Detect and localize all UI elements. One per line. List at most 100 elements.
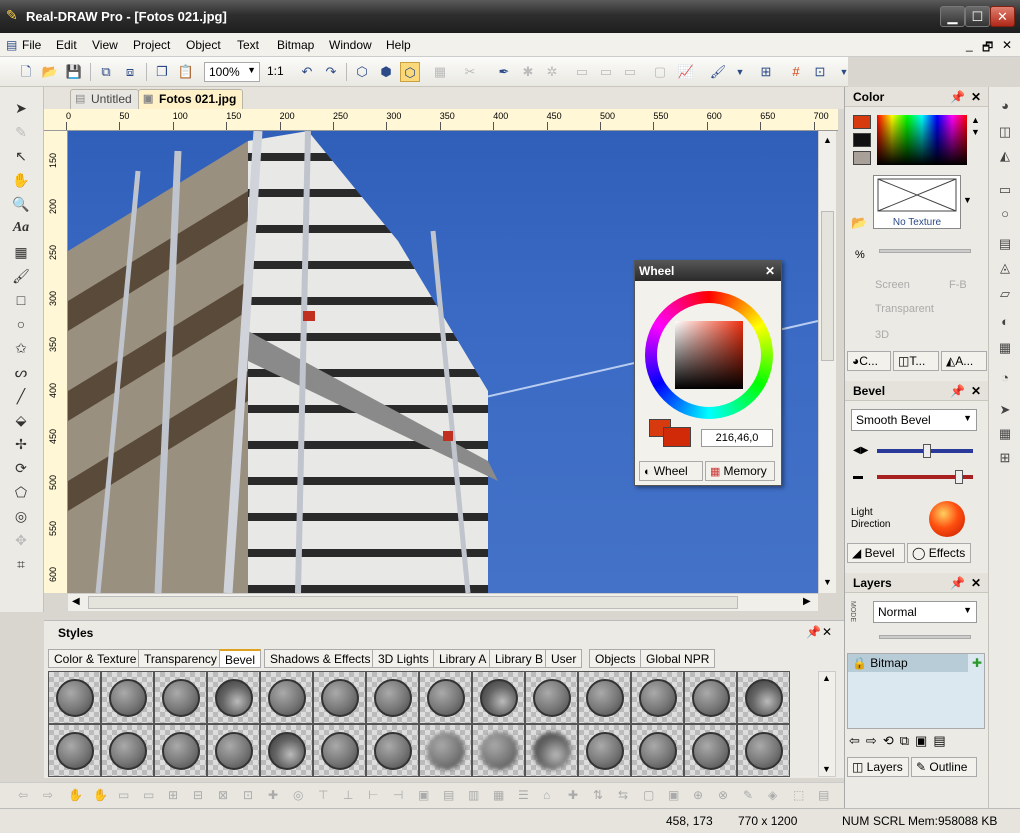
bottom-toolbar-icon[interactable]: ▢ [643, 788, 654, 802]
pin-icon[interactable]: 📌 [950, 90, 965, 104]
menu-help[interactable]: Help [386, 38, 411, 52]
bevel-style-swatch[interactable] [101, 671, 154, 724]
bottom-toolbar-icon[interactable]: ▤ [443, 788, 454, 802]
bevel-style-swatch[interactable] [313, 671, 366, 724]
menu-project[interactable]: Project [133, 38, 170, 52]
tab-effects[interactable]: ◯ Effects [907, 543, 971, 563]
bottom-toolbar-icon[interactable]: ⊢ [368, 788, 378, 802]
vertical-scroll-thumb[interactable] [821, 211, 834, 361]
rectangle-tool-icon[interactable]: □ [10, 289, 32, 311]
tab-library-a[interactable]: Library A [433, 649, 493, 668]
bottom-toolbar-icon[interactable]: ⊣ [393, 788, 403, 802]
pen-tool-icon[interactable]: ✎ [10, 121, 32, 143]
bottom-toolbar-icon[interactable]: ✎ [743, 788, 753, 802]
ellipse-tool-icon[interactable]: ○ [10, 313, 32, 335]
bottom-toolbar-icon[interactable]: ▭ [143, 788, 154, 802]
bevel-style-swatch[interactable] [260, 724, 313, 777]
close-icon[interactable]: ✕ [765, 264, 775, 278]
scroll-down-icon[interactable]: ▼ [822, 764, 831, 774]
bottom-toolbar-icon[interactable]: ⊗ [718, 788, 728, 802]
menu-file[interactable]: File [22, 38, 41, 52]
magic-icon[interactable]: ✱ [518, 62, 538, 82]
pin-icon[interactable]: 📌 [806, 625, 821, 639]
tab-untitled[interactable]: ▤ Untitled [70, 89, 139, 109]
bevel-style-swatch[interactable] [684, 671, 737, 724]
grid-snap-icon[interactable]: ▦ [430, 62, 450, 82]
tab-memory[interactable]: ▦ Memory [705, 461, 775, 481]
maximize-button[interactable]: ☐ [965, 6, 990, 27]
layer-merge-icon[interactable]: ⟲ [883, 733, 900, 748]
layer-forward-icon[interactable]: ⇨ [866, 733, 883, 748]
pin-icon[interactable]: 📌 [950, 384, 965, 398]
menu-text[interactable]: Text [237, 38, 259, 52]
select-tool-icon[interactable]: ➤ [10, 97, 32, 119]
pin-icon[interactable]: 📌 [950, 576, 965, 590]
zoom-tool-icon[interactable]: 🔍 [10, 193, 32, 215]
brush-tool-icon[interactable]: 🖌 [10, 265, 32, 287]
bottom-toolbar-icon[interactable]: ◈ [768, 788, 777, 802]
styles-scrollbar[interactable]: ▲ ▼ [818, 671, 836, 777]
bevel-style-swatch[interactable] [419, 724, 472, 777]
tab-user[interactable]: User [545, 649, 583, 668]
bottom-toolbar-icon[interactable]: ⬚ [793, 788, 804, 802]
bevel-style-swatch[interactable] [207, 671, 260, 724]
combine-icon[interactable]: ⬡ [400, 62, 420, 82]
depth-slider[interactable] [877, 444, 973, 458]
texture-swatch[interactable] [853, 151, 871, 165]
dock-panel-icon[interactable]: ◐ [994, 311, 1016, 333]
bevel-style-swatch[interactable] [260, 671, 313, 724]
horizontal-scrollbar[interactable]: ◀ ▶ [68, 593, 818, 611]
doc-restore-button[interactable]: 🗗 [982, 38, 993, 59]
tab-shadows-effects[interactable]: Shadows & Effects [264, 649, 377, 668]
shear-tool-icon[interactable]: ⬠ [10, 481, 32, 503]
scroll-up-icon[interactable]: ▲ [823, 135, 832, 145]
bottom-toolbar-icon[interactable]: ⊟ [193, 788, 203, 802]
bevel-style-swatch[interactable] [578, 671, 631, 724]
tab-transparency[interactable]: Transparency [138, 649, 223, 668]
texture-preview[interactable]: No Texture [873, 175, 961, 229]
fb-option[interactable]: F-B [949, 279, 967, 291]
pan-tool-icon[interactable]: ✋ [10, 169, 32, 191]
bottom-toolbar-icon[interactable]: ▭ [118, 788, 129, 802]
bevel-style-swatch[interactable] [207, 724, 260, 777]
bottom-toolbar-icon[interactable]: ⇅ [593, 788, 603, 802]
rotate-tool-icon[interactable]: ⟳ [10, 457, 32, 479]
bevel-style-swatch[interactable] [631, 724, 684, 777]
dock-panel-icon[interactable]: ▦ [994, 423, 1016, 445]
saturation-square[interactable] [675, 321, 743, 389]
bottom-toolbar-icon[interactable]: ⊤ [318, 788, 328, 802]
horizontal-scroll-thumb[interactable] [88, 596, 738, 609]
layer-delete-icon[interactable]: ▤ [933, 733, 951, 748]
text-tool-icon[interactable]: Aa [10, 217, 32, 239]
dock-panel-icon[interactable]: ◬ [994, 257, 1016, 279]
bottom-toolbar-icon[interactable]: ▤ [818, 788, 829, 802]
layer-visible-icon[interactable]: 🔒 [852, 656, 870, 670]
menu-view[interactable]: View [92, 38, 118, 52]
dock-panel-icon[interactable]: ◫ [994, 121, 1016, 143]
scroll-up-icon[interactable]: ▲ [822, 673, 831, 683]
layer-new-icon[interactable]: ▣ [915, 733, 933, 748]
bevel-style-swatch[interactable] [472, 671, 525, 724]
open-icon[interactable]: 📂 [40, 62, 60, 82]
dock-panel-icon[interactable]: ⊞ [994, 447, 1016, 469]
dock-panel-icon[interactable]: ▱ [994, 283, 1016, 305]
tab-global-npr[interactable]: Global NPR [640, 649, 716, 668]
bottom-toolbar-icon[interactable]: ⊕ [693, 788, 703, 802]
toolbar-overflow-icon-2[interactable]: ▼ [834, 62, 854, 82]
close-icon[interactable]: ✕ [971, 576, 981, 590]
tab-layers[interactable]: ◫ Layers [847, 757, 909, 777]
bevel-style-swatch[interactable] [472, 724, 525, 777]
group-icon[interactable]: ⬡ [352, 62, 372, 82]
bevel-style-swatch[interactable] [737, 671, 790, 724]
dock-panel-icon[interactable]: ▤ [994, 233, 1016, 255]
folder-icon[interactable]: 📂 [851, 215, 867, 231]
image-tool-icon[interactable]: ▦ [10, 241, 32, 263]
doc-close-button[interactable]: ✕ [1002, 38, 1012, 52]
save-icon[interactable]: 💾 [64, 62, 84, 82]
layer-opacity-slider[interactable] [879, 635, 971, 639]
eyedropper-icon[interactable]: ✒ [494, 62, 514, 82]
view-icon[interactable]: ⊡ [810, 62, 830, 82]
doc-minimize-button[interactable]: _ [966, 38, 973, 52]
bevel-style-swatch[interactable] [313, 724, 366, 777]
chart-icon[interactable]: 📈 [676, 62, 696, 82]
